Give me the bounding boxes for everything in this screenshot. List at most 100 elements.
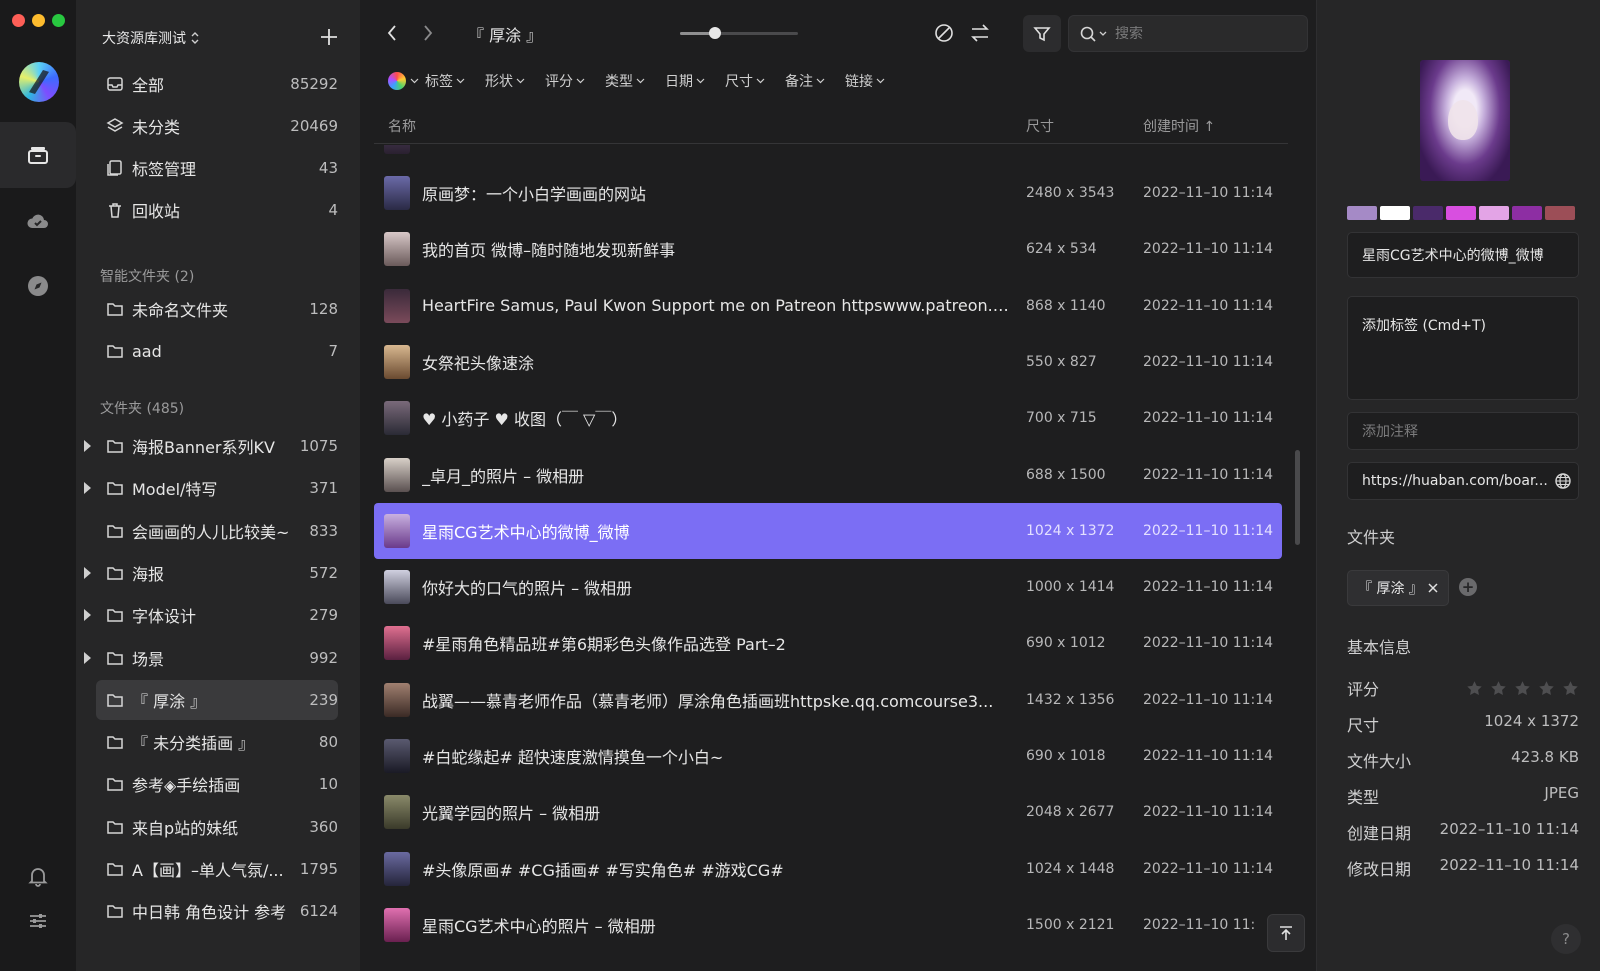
folder-item[interactable]: 『 厚涂 』 239 [96, 679, 338, 720]
column-created[interactable]: 创建时间 ↑ [1143, 116, 1215, 136]
table-row[interactable]: HeartFire Samus, Paul Kwon Support me on… [374, 278, 1282, 334]
palette-swatch[interactable] [1413, 206, 1443, 220]
column-size[interactable]: 尺寸 [1026, 116, 1054, 136]
star-icon[interactable] [1538, 680, 1555, 697]
zoom-slider[interactable] [680, 27, 798, 39]
table-row[interactable]: #白蛇缘起# 超快速度激情摸鱼一个小白~ 690 x 1018 2022–11–10… [374, 728, 1282, 784]
folder-chip[interactable]: 『 厚涂 』 [1347, 570, 1449, 606]
window-close-button[interactable] [12, 14, 25, 27]
explore-button[interactable] [0, 253, 76, 319]
image-preview[interactable] [1420, 60, 1510, 181]
filter-button[interactable] [1023, 15, 1061, 52]
smart-folders-heading[interactable]: 智能文件夹 (2) [100, 266, 194, 286]
folder-item[interactable]: 参考◈手绘插画 10 [96, 764, 338, 804]
table-row[interactable]: 战翼——慕青老师作品（慕青老师）厚涂角色插画班httpske.qq.comcou… [374, 672, 1282, 728]
table-row[interactable]: 你好大的口气的照片 – 微相册 1000 x 1414 2022–11–10 11:… [374, 559, 1282, 615]
palette-swatch[interactable] [1512, 206, 1542, 220]
table-row[interactable]: 女祭祀头像速涂 550 x 827 2022–11–10 11:14 [374, 334, 1282, 390]
filter-dropdown[interactable]: 备注 [785, 71, 825, 91]
expand-arrow-icon[interactable] [84, 566, 91, 579]
app-logo[interactable] [19, 62, 59, 102]
expand-arrow-icon[interactable] [84, 482, 91, 495]
color-filter-icon[interactable] [388, 72, 406, 90]
back-button[interactable] [380, 21, 404, 45]
folder-item[interactable]: 场景 992 [84, 638, 338, 678]
folder-item[interactable]: 海报 572 [84, 553, 338, 593]
folder-item[interactable]: 『 未分类插画 』 80 [96, 722, 338, 762]
table-row[interactable]: 星雨CG艺术中心的微博_微博 1024 x 1372 2022–11–10 11:1… [374, 502, 1282, 559]
url-field[interactable]: https://huaban.com/boar... [1347, 462, 1579, 500]
window-minimize-button[interactable] [32, 14, 45, 27]
sidebar-item-tags[interactable]: 标签管理 43 [96, 148, 338, 188]
star-icon[interactable] [1490, 680, 1507, 697]
star-icon[interactable] [1514, 680, 1531, 697]
filter-dropdown[interactable]: 类型 [605, 71, 645, 91]
rating-stars[interactable] [1466, 680, 1579, 697]
palette-swatch[interactable] [1446, 206, 1476, 220]
filter-dropdown[interactable]: 链接 [845, 71, 885, 91]
palette-swatch[interactable] [1380, 206, 1410, 220]
filter-dropdown[interactable]: 日期 [665, 71, 705, 91]
expand-arrow-icon[interactable] [84, 609, 91, 622]
row-size: 1000 x 1414 [1026, 579, 1115, 596]
filter-dropdown[interactable]: 评分 [545, 71, 585, 91]
search-box[interactable] [1068, 15, 1308, 52]
filter-dropdown[interactable]: 形状 [485, 71, 525, 91]
help-button[interactable]: ? [1551, 924, 1581, 954]
row-date: 2022–11–10 11:14 [1143, 579, 1274, 596]
expand-arrow-icon[interactable] [84, 440, 91, 452]
smart-folder-item[interactable]: aad 7 [96, 331, 338, 371]
hide-button[interactable] [932, 21, 956, 45]
search-input[interactable] [1115, 25, 1285, 42]
folder-item[interactable]: 中日韩 角色设计 参考 6124 [96, 891, 338, 931]
preferences-button[interactable] [0, 888, 76, 954]
add-icon[interactable] [318, 26, 340, 48]
zoom-slider-handle[interactable] [709, 27, 722, 39]
table-row[interactable]: 原画梦：一个小白学画画的网站 2480 x 3543 2022–11–10 11:1… [374, 165, 1282, 221]
scroll-to-top-button[interactable] [1267, 914, 1305, 952]
library-button[interactable] [0, 122, 76, 188]
table-row[interactable]: 光翼学园的照片 – 微相册 2048 x 2677 2022–11–10 11:14 [374, 784, 1282, 840]
palette-swatch[interactable] [1545, 206, 1575, 220]
close-icon[interactable] [1426, 581, 1440, 595]
sidebar-item-uncategorized[interactable]: 未分类 20469 [96, 106, 338, 146]
filter-dropdown[interactable]: 尺寸 [725, 71, 765, 91]
table-row[interactable]: #星雨角色精品班#第6期彩色头像作品选登 Part–2 690 x 1012 202… [374, 615, 1282, 671]
filter-dropdown[interactable]: 标签 [425, 71, 465, 91]
sidebar-item-count: 992 [309, 648, 338, 667]
window-zoom-button[interactable] [52, 14, 65, 27]
title-field[interactable]: 星雨CG艺术中心的微博_微博 [1347, 232, 1579, 278]
tags-field[interactable]: 添加标签 (Cmd+T) [1347, 296, 1579, 400]
folder-item[interactable]: 字体设计 279 [84, 595, 338, 635]
folder-item[interactable]: 会画画的人儿比较美~ 833 [96, 511, 338, 551]
table-row[interactable]: ♥ 小药子 ♥ 收图（￣ ▽￣） 700 x 715 2022–11–10 11:1… [374, 390, 1282, 446]
cloud-button[interactable] [0, 188, 76, 254]
table-row[interactable]: _卓月_的照片 – 微相册 688 x 1500 2022–11–10 11:14 [374, 447, 1282, 503]
table-row[interactable]: #头像原画# #CG插画# #写实角色# #游戏CG# 1024 x 1448 20… [374, 841, 1282, 897]
folder-item[interactable]: 来自p站的妹纸 360 [96, 807, 338, 847]
type-row: 类型 JPEG [1347, 784, 1579, 808]
library-switcher[interactable]: 大资源库测试 [102, 28, 200, 48]
star-icon[interactable] [1562, 680, 1579, 697]
table-row[interactable]: 星雨CG艺术中心的照片 – 微相册 1500 x 2121 2022–11–10 1… [374, 897, 1282, 953]
table-row[interactable]: 我的首页 微博–随时随地发现新鲜事 624 x 534 2022–11–10 11:… [374, 221, 1282, 277]
star-icon[interactable] [1466, 680, 1483, 697]
add-folder-button[interactable]: + [1459, 578, 1477, 596]
forward-button[interactable] [416, 21, 440, 45]
folders-heading[interactable]: 文件夹 (485) [100, 398, 184, 418]
palette-swatch[interactable] [1347, 206, 1377, 220]
folder-item[interactable]: 海报Banner系列KV 1075 [84, 426, 338, 466]
folder-item[interactable]: A【画】–单人气氛/... 1795 [96, 849, 338, 889]
note-field[interactable]: 添加注释 [1347, 412, 1579, 450]
expand-arrow-icon[interactable] [84, 651, 91, 664]
table-row[interactable] [374, 145, 1282, 165]
sidebar-item-all[interactable]: 全部 85292 [96, 64, 338, 104]
smart-folder-item[interactable]: 未命名文件夹 128 [96, 289, 338, 329]
sort-button[interactable] [968, 21, 992, 45]
globe-icon[interactable] [1554, 472, 1572, 490]
folder-item[interactable]: Model/特写 371 [84, 468, 338, 508]
sidebar-item-trash[interactable]: 回收站 4 [96, 190, 338, 230]
palette-swatch[interactable] [1479, 206, 1509, 220]
scrollbar[interactable] [1295, 450, 1300, 545]
column-name[interactable]: 名称 [388, 116, 416, 136]
